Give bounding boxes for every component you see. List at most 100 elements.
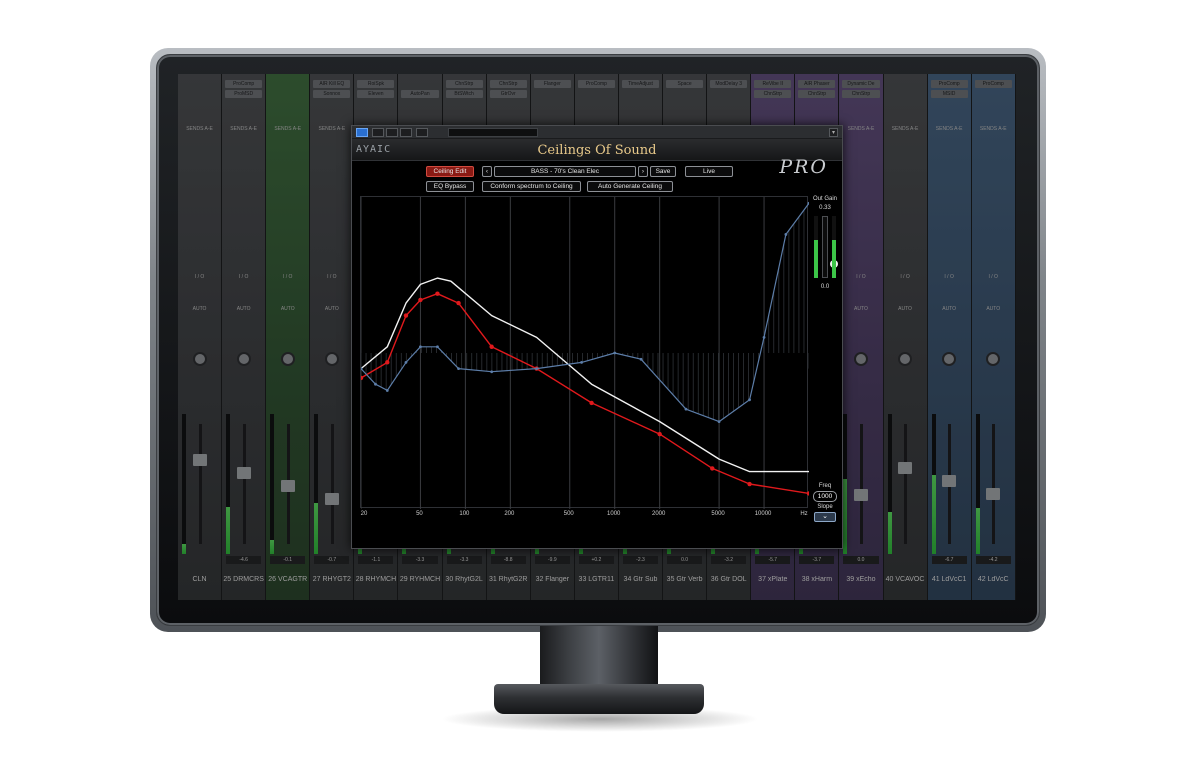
- insert-slot[interactable]: Dynamic De: [842, 80, 880, 88]
- insert-slot[interactable]: ProComp: [974, 80, 1012, 88]
- mixer-channel-strip[interactable]: ProComp MSID SENDS A-E I / O AUTO -6.7 41 LdVc…: [927, 74, 972, 600]
- insert-slot[interactable]: RoiSpk: [357, 80, 395, 88]
- eq-point[interactable]: [436, 345, 439, 349]
- fader-handle[interactable]: [280, 480, 295, 492]
- insert-slot[interactable]: GtrOvr: [489, 90, 527, 98]
- ceiling-curve[interactable]: [361, 292, 809, 495]
- mixer-channel-strip[interactable]: AIR Kill EQ Sonnox SENDS A-E I / O AUTO -0.7 2…: [310, 74, 355, 600]
- insert-slot[interactable]: ChnStrp: [445, 80, 483, 88]
- ceiling-point[interactable]: [489, 344, 494, 349]
- volume-readout[interactable]: -0.7: [314, 556, 350, 564]
- insert-slot[interactable]: Eleven: [357, 90, 395, 98]
- settings-icon[interactable]: [416, 128, 428, 137]
- ceiling-point[interactable]: [418, 297, 423, 303]
- spectrum-graph[interactable]: [360, 196, 809, 509]
- volume-readout[interactable]: -2.3: [622, 556, 659, 564]
- fader-handle[interactable]: [236, 467, 251, 479]
- eq-point[interactable]: [748, 398, 751, 402]
- pan-knob[interactable]: [324, 352, 339, 366]
- insert-slot[interactable]: Sonnox: [313, 90, 351, 98]
- pan-knob[interactable]: [942, 352, 957, 366]
- eq-point[interactable]: [535, 367, 539, 370]
- volume-readout[interactable]: -8.8: [490, 556, 526, 564]
- eq-point[interactable]: [490, 370, 494, 374]
- ceiling-point[interactable]: [657, 431, 662, 437]
- insert-slot[interactable]: ProMSD: [225, 90, 263, 98]
- ceiling-point[interactable]: [385, 360, 390, 365]
- channel-name[interactable]: 38 xHarm: [795, 576, 838, 586]
- channel-name[interactable]: 40 VCAVOC: [884, 576, 927, 586]
- volume-readout[interactable]: -3.2: [711, 556, 747, 564]
- eq-point[interactable]: [374, 382, 377, 386]
- channel-name[interactable]: 39 xEcho: [839, 576, 882, 586]
- eq-point[interactable]: [762, 336, 766, 339]
- auto-generate-ceiling-button[interactable]: Auto Generate Ceiling: [587, 181, 673, 192]
- preset-icon[interactable]: [400, 128, 412, 137]
- mixer-channel-strip[interactable]: SENDS A-E I / O AUTO CLN: [178, 74, 223, 600]
- insert-slot[interactable]: AutoPan: [401, 90, 439, 98]
- ceiling-point[interactable]: [806, 491, 809, 496]
- volume-readout[interactable]: -1.1: [358, 556, 394, 564]
- eq-point[interactable]: [385, 389, 389, 392]
- fader-handle[interactable]: [898, 462, 913, 474]
- channel-name[interactable]: 33 LGTR11: [575, 576, 618, 586]
- eq-point[interactable]: [419, 345, 422, 349]
- volume-readout[interactable]: -5.7: [755, 556, 791, 564]
- ceiling-point[interactable]: [589, 400, 594, 406]
- preset-name-field[interactable]: BASS - 70's Clean Elec: [494, 166, 636, 177]
- eq-point[interactable]: [404, 360, 408, 364]
- preset-prev-button[interactable]: ‹: [482, 166, 492, 177]
- live-button[interactable]: Live: [685, 166, 733, 177]
- eq-point[interactable]: [684, 407, 688, 411]
- insert-slot[interactable]: ReVibe II: [754, 80, 792, 88]
- power-icon[interactable]: [356, 128, 368, 137]
- channel-name[interactable]: 34 Gtr Sub: [619, 576, 662, 586]
- mixer-channel-strip[interactable]: ProComp SENDS A-E I / O AUTO -4.2 42 LdVcC: [971, 74, 1016, 600]
- ceiling-edit-button[interactable]: Ceiling Edit: [426, 166, 474, 177]
- volume-readout[interactable]: -4.6: [226, 556, 262, 564]
- insert-slot[interactable]: ProComp: [225, 80, 263, 88]
- fader-handle[interactable]: [192, 454, 207, 466]
- conform-spectrum-button[interactable]: Conform spectrum to Ceiling: [482, 181, 581, 192]
- pan-knob[interactable]: [853, 352, 868, 366]
- insert-slot[interactable]: ProComp: [577, 80, 615, 88]
- insert-slot[interactable]: Flanger: [533, 80, 571, 88]
- ceiling-point[interactable]: [403, 313, 409, 318]
- insert-slot[interactable]: TimeAdjust: [621, 80, 660, 88]
- channel-name[interactable]: 32 Flanger: [531, 576, 574, 586]
- channel-name[interactable]: 41 LdVcC1: [928, 576, 971, 586]
- insert-slot[interactable]: ChnStrp: [842, 90, 880, 98]
- pan-knob[interactable]: [236, 352, 251, 366]
- ceiling-point[interactable]: [710, 466, 715, 471]
- fader-handle[interactable]: [853, 489, 868, 501]
- channel-name[interactable]: 35 Gtr Verb: [663, 576, 706, 586]
- eq-point[interactable]: [457, 367, 460, 370]
- compare-icon[interactable]: [372, 128, 384, 137]
- eq-bypass-button[interactable]: EQ Bypass: [426, 181, 474, 192]
- channel-name[interactable]: 27 RHYGT2: [310, 576, 353, 586]
- volume-readout[interactable]: -4.2: [975, 556, 1011, 564]
- eq-point[interactable]: [639, 357, 643, 361]
- mixer-channel-strip[interactable]: SENDS A-E I / O AUTO -0.1 26 VCAGTR: [266, 74, 311, 600]
- insert-slot[interactable]: AIR Phaser: [798, 80, 836, 88]
- volume-readout[interactable]: -3.3: [402, 556, 438, 564]
- eq-point[interactable]: [580, 360, 583, 364]
- volume-readout[interactable]: -9.9: [534, 556, 570, 564]
- volume-readout[interactable]: 0.0: [843, 556, 879, 564]
- volume-readout[interactable]: -3.7: [799, 556, 835, 564]
- channel-name[interactable]: 29 RYHMCH: [398, 576, 441, 586]
- out-gain-slider[interactable]: [822, 216, 838, 278]
- channel-name[interactable]: 30 RhytG2L: [443, 576, 486, 586]
- eq-point[interactable]: [613, 351, 617, 355]
- channel-name[interactable]: 42 LdVcC: [972, 576, 1015, 586]
- mixer-channel-strip[interactable]: ProComp ProMSD SENDS A-E I / O AUTO -4.6 25 DR…: [222, 74, 267, 600]
- pan-knob[interactable]: [986, 352, 1001, 366]
- insert-slot[interactable]: ChnStrp: [798, 90, 836, 98]
- fader-handle[interactable]: [986, 488, 1001, 500]
- channel-name[interactable]: 25 DRMCRS: [222, 576, 265, 586]
- mixer-channel-strip[interactable]: SENDS A-E I / O AUTO 40 VCAVOC: [883, 74, 928, 600]
- channel-name[interactable]: 37 xPlate: [751, 576, 794, 586]
- eq-point[interactable]: [717, 420, 721, 424]
- ceiling-point[interactable]: [435, 291, 440, 296]
- channel-name[interactable]: 26 VCAGTR: [266, 576, 309, 586]
